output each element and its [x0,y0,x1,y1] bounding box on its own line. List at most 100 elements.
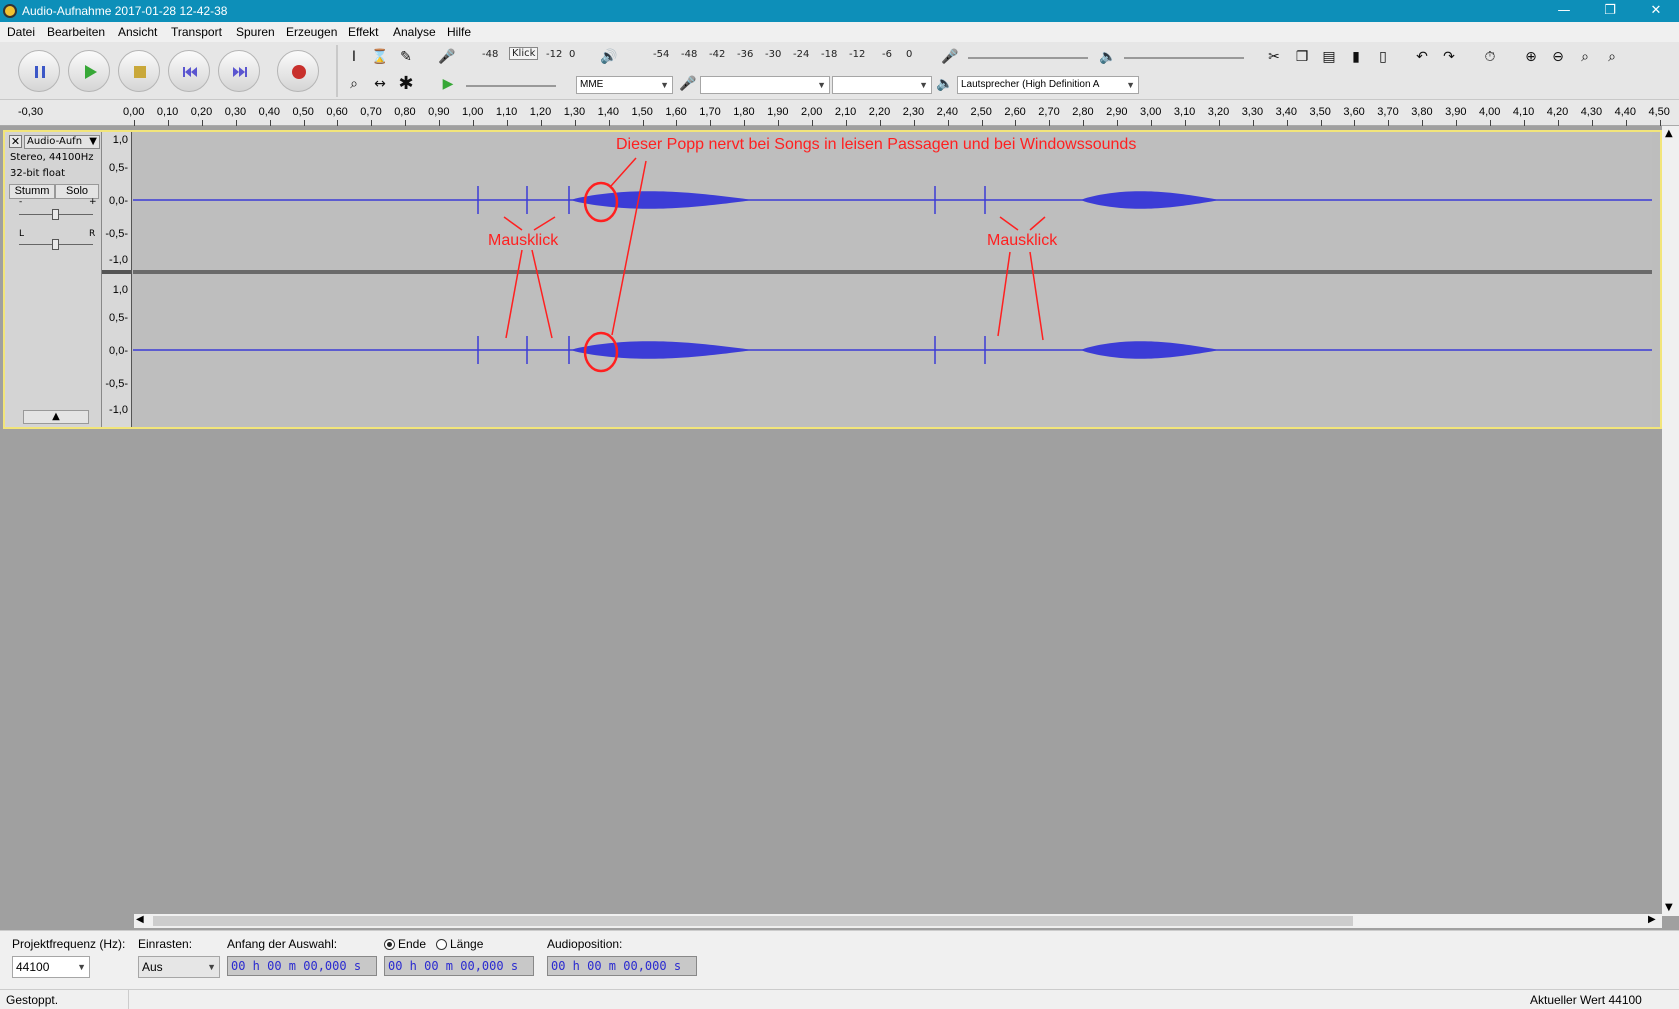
play-speed-slider[interactable] [466,85,556,87]
menu-spuren[interactable]: Spuren [236,25,275,39]
menu-bearbeiten[interactable]: Bearbeiten [47,25,105,39]
ruler-tick [981,120,983,126]
gain-slider-thumb[interactable] [52,209,59,220]
ruler-label: 3,00 [1140,106,1162,118]
project-rate-select[interactable]: 44100 ▼ [12,956,90,978]
multi-tool-icon[interactable]: ✱ [395,73,417,95]
restore-button[interactable]: ❐ [1587,0,1633,22]
annotation-mausklick-left: Mausklick [488,232,559,249]
audio-host-select[interactable]: MME ▼ [576,76,673,94]
mute-button[interactable]: Stumm [9,184,55,199]
menu-analyse[interactable]: Analyse [393,25,436,39]
selection-end-value: 00 h 00 m 00,000 s [388,959,519,973]
ruler-label: 1,60 [665,106,687,118]
zoom-out-icon[interactable]: ⊖ [1547,46,1569,68]
minimize-button[interactable]: — [1541,0,1587,22]
snap-select[interactable]: Aus ▼ [138,956,220,978]
zoom-tool-icon[interactable]: ⌕ [343,73,365,95]
fit-project-icon[interactable]: ⌕ [1601,46,1623,68]
ruler-tick [540,120,542,126]
timeline-ruler[interactable]: -0,30 0,00 0,10 0,20 0,30 0,40 0,50 0,60 0,70 0,8… [0,100,1679,126]
length-radio[interactable]: Länge [436,937,483,951]
selection-end-time[interactable]: 00 h 00 m 00,000 s [384,956,534,976]
menu-effekt[interactable]: Effekt [348,25,378,39]
amplitude-label: -0,5- [105,378,128,390]
menu-ansicht[interactable]: Ansicht [118,25,157,39]
menu-transport[interactable]: Transport [171,25,222,39]
end-radio[interactable]: Ende [384,937,426,951]
ruler-label: 1,30 [563,106,586,118]
trim-icon[interactable]: ▮ [1345,46,1367,68]
audio-position-time[interactable]: 00 h 00 m 00,000 s [547,956,697,976]
annotation-popp-text: Dieser Popp nervt bei Songs in leisen Pa… [616,136,1137,153]
ruler-tick [1252,120,1254,126]
menu-erzeugen[interactable]: Erzeugen [286,25,337,39]
ruler-label: 0,60 [326,106,348,118]
sync-lock-icon[interactable]: ⏱ [1479,46,1501,68]
audio-track[interactable]: ✕ Audio-Aufn ▼ Stereo, 44100Hz 32-bit flo… [3,130,1662,429]
playback-volume-slider[interactable] [1124,57,1244,59]
selection-tool-icon[interactable]: I [343,46,365,68]
record-meter-scale-label: -12 [546,49,563,60]
menu-datei[interactable]: Datei [7,25,35,39]
project-rate-value: 44100 [16,960,50,974]
ruler-label: 3,90 [1445,106,1467,118]
scroll-left-icon[interactable]: ◀ [136,914,144,925]
annotation-mausklick-right: Mausklick [987,232,1058,249]
pause-button[interactable] [18,50,60,92]
record-button[interactable] [277,50,319,92]
record-meter-microphone-icon[interactable]: 🎤 [436,46,458,68]
playback-device-select[interactable]: Lautsprecher (High Definition A ▼ [957,76,1139,94]
horizontal-scrollbar[interactable]: ◀ ▶ [134,914,1662,928]
horizontal-scroll-thumb[interactable] [153,916,1353,926]
menu-hilfe[interactable]: Hilfe [447,25,471,39]
cut-icon[interactable]: ✂ [1263,46,1285,68]
record-meter-scale-label: 0 [569,49,576,60]
skip-end-button[interactable] [218,50,260,92]
play-button[interactable] [68,50,110,92]
fit-selection-icon[interactable]: ⌕ [1574,46,1596,68]
redo-icon[interactable]: ↷ [1438,46,1460,68]
skip-start-button[interactable] [168,50,210,92]
close-track-icon[interactable]: ✕ [9,135,22,148]
stop-button[interactable] [118,50,160,92]
envelope-tool-icon[interactable]: ⌛ [369,46,391,68]
paste-icon[interactable]: ▤ [1318,46,1340,68]
ruler-tick [845,120,847,126]
selection-start-time[interactable]: 00 h 00 m 00,000 s [227,956,377,976]
waveform-display[interactable] [133,132,1652,427]
zoom-in-icon[interactable]: ⊕ [1520,46,1542,68]
amplitude-label: 0,5- [109,162,128,174]
recording-device-select[interactable]: ▼ [700,76,830,94]
status-bar: Gestoppt. Aktueller Wert 44100 [0,989,1679,1009]
track-name-menu[interactable]: Audio-Aufn ▼ [24,135,100,149]
ruler-label: 1,80 [733,106,755,118]
copy-icon[interactable]: ❐ [1291,46,1313,68]
ruler-tick [1625,120,1627,126]
recording-channels-select[interactable]: ▼ [832,76,932,94]
recording-volume-slider[interactable] [968,57,1088,59]
collapse-track-button[interactable]: ▲ [23,410,89,424]
ruler-label: 2,00 [801,106,823,118]
record-meter-click-button[interactable]: Klick [509,47,539,60]
ruler-tick [1117,120,1119,126]
timeshift-tool-icon[interactable]: ↔ [369,73,391,95]
waveform-canvas [133,186,1652,364]
pan-slider-thumb[interactable] [52,239,59,250]
vertical-scrollbar[interactable]: ▲ ▼ [1662,126,1679,916]
ruler-label: 4,00 [1479,106,1501,118]
scroll-down-icon[interactable]: ▼ [1665,902,1673,913]
silence-icon[interactable]: ▯ [1372,46,1394,68]
scroll-up-icon[interactable]: ▲ [1665,128,1673,139]
draw-tool-icon[interactable]: ✎ [395,46,417,68]
chevron-down-icon: ▼ [207,962,216,972]
pan-left-label: L [19,229,25,239]
scroll-right-icon[interactable]: ▶ [1648,914,1656,925]
close-window-button[interactable]: ✕ [1633,0,1679,22]
audio-position-value: 00 h 00 m 00,000 s [551,959,682,973]
end-radio-label: Ende [398,937,427,951]
play-meter-speaker-icon[interactable]: 🔊 [598,46,620,68]
undo-icon[interactable]: ↶ [1411,46,1433,68]
play-at-speed-icon[interactable]: ▶ [437,73,459,95]
ruler-tick [167,120,169,126]
